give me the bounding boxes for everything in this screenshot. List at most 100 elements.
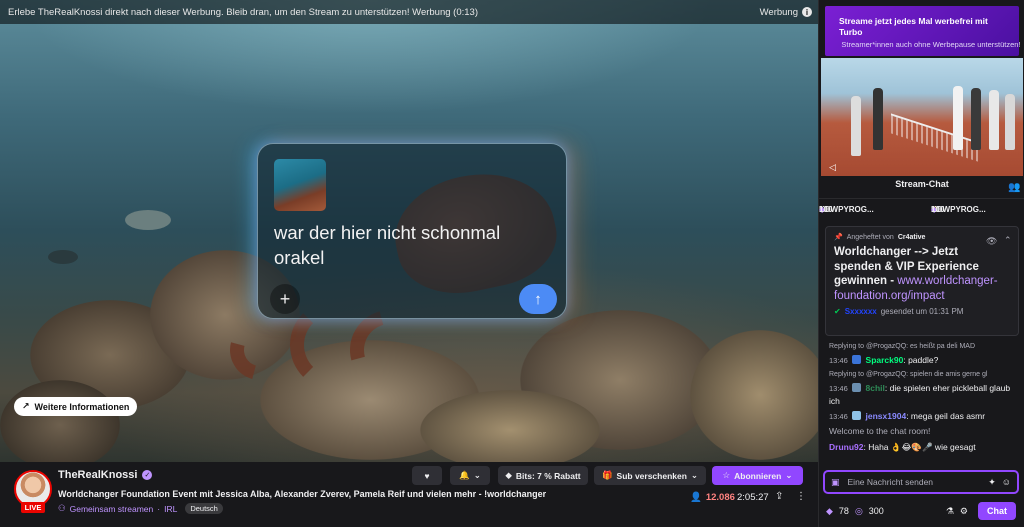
coral — [0, 380, 120, 462]
bits-icon: ◆ — [505, 470, 512, 480]
live-badge: LIVE — [21, 502, 45, 513]
bits-cheer-icon[interactable]: ✦ — [988, 477, 996, 488]
sub-badge-icon — [852, 354, 862, 364]
bits-balance-value: 300 — [868, 506, 884, 516]
chat-message: 13:46 Sparck90: paddle? — [829, 354, 939, 365]
divider — [819, 198, 1024, 199]
more-options-icon[interactable]: ⋮ — [796, 491, 806, 502]
ad-banner: Erlebe TheRealKnossi direkt nach dieser … — [0, 0, 818, 24]
bits-balance-icon[interactable]: ◎ — [855, 506, 863, 517]
community-icon[interactable]: ⚗ — [946, 506, 954, 517]
emote-menu-icon[interactable]: ▣ — [831, 477, 840, 488]
co-stream-icon: ⚇ — [58, 503, 66, 513]
twitch-page: Erlebe TheRealKnossi direkt nach dieser … — [0, 0, 1024, 527]
share-icon[interactable]: ⇪ — [775, 491, 783, 502]
turbo-promo[interactable]: Streame jetzt jedes Mal werbefrei mit Tu… — [825, 6, 1021, 56]
more-info-label: Weitere Informationen — [34, 401, 130, 412]
external-link-icon: ↗ — [22, 401, 30, 411]
pinned-sender[interactable]: Sxxxxxx — [845, 307, 877, 316]
gift-sub-label: Sub verschenken — [616, 470, 687, 481]
badge-icon: ✔ — [834, 307, 841, 316]
hide-eye-icon[interactable]: 👁 — [986, 236, 997, 247]
chat-username[interactable]: Sparck90 — [866, 355, 904, 365]
chevron-down-icon: ⌄ — [473, 470, 481, 480]
sub-badge-icon — [852, 410, 862, 420]
notification-button[interactable]: 🔔 ⌄ — [450, 466, 490, 485]
mini-player-controls[interactable]: ◁ — [829, 162, 836, 173]
chat-message: 13:46 8chil: die spielen eher pickleball… — [829, 382, 1011, 406]
chevron-down-icon: ⌄ — [690, 470, 699, 480]
plus-icon[interactable]: + — [270, 284, 300, 314]
gift-icon: 🎁 — [601, 470, 613, 480]
pin-icon: 📌 — [834, 234, 843, 241]
stream-meta: ⚇ Gemeinsam streamen · IRL Deutsch — [58, 503, 223, 514]
video-player[interactable]: Erlebe TheRealKnossi direkt nach dieser … — [0, 0, 818, 462]
turbo-subtitle: Streamer*innen auch ohne Werbepause unte… — [841, 40, 1021, 49]
player-figure — [971, 88, 981, 150]
ad-banner-text: Erlebe TheRealKnossi direkt nach dieser … — [8, 6, 478, 18]
viewer-icon: 👤 — [690, 492, 702, 503]
fish — [48, 250, 78, 264]
verified-icon: ✓ — [142, 470, 153, 480]
chevron-up-icon[interactable]: ⌃ — [1004, 235, 1012, 246]
users-icon[interactable]: 👥 — [1008, 182, 1020, 193]
hype-amount: 100 — [931, 205, 945, 214]
info-icon: i — [802, 7, 812, 17]
fish — [125, 210, 171, 230]
mini-player[interactable] — [821, 58, 1023, 176]
co-stream-link[interactable]: Gemeinsam streamen — [70, 504, 154, 514]
follow-button[interactable]: ♥ — [412, 466, 442, 485]
chat-username[interactable]: Drunu92 — [829, 442, 863, 452]
ad-prompt-thumbnail — [274, 159, 326, 211]
channel-points-icon[interactable]: ◆ — [826, 506, 833, 517]
chat-send-button[interactable]: Chat — [978, 502, 1016, 520]
viewer-count: 👤 12.086 — [690, 492, 735, 503]
channel-name[interactable]: TheRealKnossi ✓ — [58, 469, 153, 481]
subscribe-button[interactable]: ☆ Abonnieren ⌄ — [712, 466, 803, 485]
emoji-icon[interactable]: ☺ — [1002, 477, 1011, 488]
chat-header: Stream-Chat — [895, 179, 949, 189]
chat-bottom-bar: ◆ 78 ◎ 300 ⚗ ⚙ Chat — [818, 500, 1024, 522]
channel-points-value: 78 — [838, 506, 849, 516]
pinned-message-text: Worldchanger --> Jetzt spenden & VIP Exp… — [834, 246, 998, 302]
send-arrow-icon[interactable]: ↑ — [519, 284, 557, 314]
turbo-title: Streame jetzt jedes Mal werbefrei mit Tu… — [839, 16, 988, 37]
bits-label: Bits: 7 % Rabatt — [515, 470, 581, 481]
chat-username[interactable]: jensx1904 — [866, 411, 907, 421]
hype-amount: 100 — [819, 205, 833, 214]
coral — [690, 330, 818, 460]
stream-title: Worldchanger Foundation Event mit Jessic… — [58, 489, 547, 499]
more-info-button[interactable]: ↗ Weitere Informationen — [14, 397, 138, 416]
language-tag[interactable]: Deutsch — [185, 503, 223, 514]
player-figure — [989, 90, 999, 150]
bits-button[interactable]: ◆ Bits: 7 % Rabatt — [498, 466, 588, 485]
chat-input-placeholder: Eine Nachricht senden — [847, 477, 934, 487]
player-figure — [953, 86, 963, 150]
bell-icon: 🔔 — [459, 470, 470, 480]
settings-gear-icon[interactable]: ⚙ — [960, 506, 968, 517]
gift-sub-button[interactable]: 🎁 Sub verschenken ⌄ — [594, 466, 706, 485]
player-figure — [851, 96, 861, 156]
chat-username[interactable]: 8chil — [866, 383, 885, 393]
reply-context: Replying to @ProgazQQ: es heißt pa deli … — [829, 343, 976, 350]
ad-prompt-card: war der hier nicht schonmal orakel + ↑ — [257, 143, 567, 319]
category-link[interactable]: IRL — [164, 504, 177, 514]
heart-icon: ♥ — [424, 470, 430, 481]
chat-message: 13:46 jensx1904: mega geil das asmr — [829, 410, 986, 421]
ad-tag[interactable]: Werbung i — [760, 7, 812, 18]
tennis-net — [891, 113, 981, 163]
player-figure — [1005, 94, 1015, 150]
subscribe-label: Abonnieren — [734, 470, 782, 481]
pinned-by[interactable]: Cr4ative — [898, 234, 926, 241]
pinned-label: 📌 Angeheftet von Cr4ative — [834, 233, 926, 242]
welcome-message: Welcome to the chat room! — [829, 426, 931, 436]
stream-uptime: 2:05:27 — [737, 492, 769, 503]
coral — [420, 390, 600, 462]
chat-message: Drunu92: Haha 👌😂🎨🎤 wie gesagt — [829, 441, 976, 452]
star-icon: ☆ — [722, 470, 731, 480]
hype-leaderboard[interactable]: KDWPYROG... ◆ 100 ♛ KDWPYROG... ◆ 100 — [819, 203, 1024, 217]
chat-input[interactable]: ▣ Eine Nachricht senden ✦ ☺ — [823, 470, 1019, 494]
chevron-down-icon: ⌄ — [785, 470, 793, 480]
sub-badge-icon — [852, 382, 862, 392]
pinned-sent-at: gesendet um 01:31 PM — [880, 307, 964, 316]
